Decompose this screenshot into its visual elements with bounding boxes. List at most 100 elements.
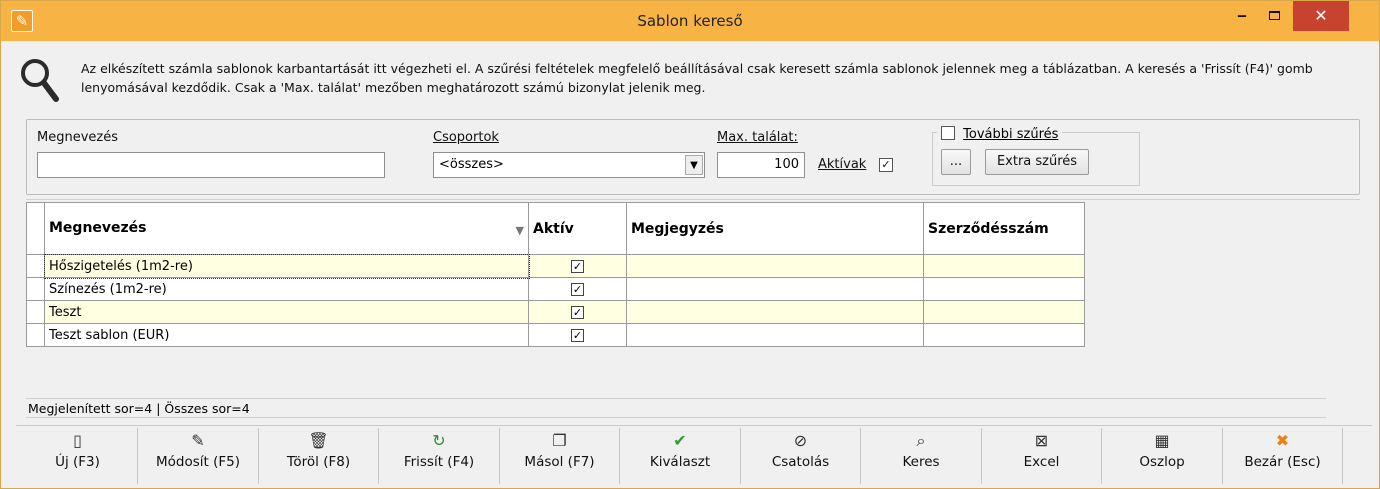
cell-active[interactable]: ✓	[528, 300, 627, 324]
attach-button-label: Csatolás	[771, 454, 830, 470]
results-table: Megnevezés ▼ Aktív Megjegyzés Szerződéss…	[26, 202, 1085, 347]
active-row-checkbox[interactable]: ✓	[571, 328, 584, 342]
cell-name[interactable]: Teszt sablon (EUR)	[44, 323, 529, 347]
cell-active[interactable]: ✓	[528, 254, 627, 278]
groups-select-value: <összes>	[439, 157, 504, 172]
bottom-toolbar: ▯ Új (F3) ✎ Módosít (F5) 🗑 Töröl (F8) ↻ Frissít…	[16, 425, 1372, 484]
select-button-label: Kiválaszt	[649, 454, 711, 470]
row-indicator[interactable]	[26, 300, 45, 324]
cell-contract[interactable]	[923, 277, 1085, 301]
table-row[interactable]: Hőszigetelés (1m2-re) ✓	[26, 253, 1085, 279]
trash-icon: 🗑	[308, 431, 329, 450]
excel-button[interactable]: ⊠ Excel	[982, 428, 1102, 484]
select-button[interactable]: ✔ Kiválaszt	[621, 428, 741, 484]
cell-active[interactable]: ✓	[528, 323, 627, 347]
cell-name[interactable]: Hőszigetelés (1m2-re)	[43, 253, 530, 279]
cell-note[interactable]	[626, 254, 924, 278]
copy-button-label: Másol (F7)	[524, 454, 595, 470]
cell-contract[interactable]	[923, 254, 1085, 278]
active-row-checkbox[interactable]: ✓	[571, 259, 584, 273]
more-filters-header: További szűrés	[937, 124, 1063, 142]
table-icon: ▦	[1154, 431, 1170, 450]
column-header-active[interactable]: Aktív	[528, 202, 627, 255]
cell-name[interactable]: Színezés (1m2-re)	[44, 277, 529, 301]
close-icon: ✖	[1275, 431, 1290, 450]
table-row[interactable]: Teszt ✓	[26, 300, 1085, 324]
edit-button[interactable]: ✎ Módosít (F5)	[139, 428, 259, 484]
cell-contract[interactable]	[923, 323, 1085, 347]
active-checkbox[interactable]: ✓	[879, 158, 893, 172]
row-indicator[interactable]	[26, 277, 45, 301]
window-title: Sablon kereső	[637, 12, 743, 30]
active-row-checkbox[interactable]: ✓	[571, 305, 584, 319]
maximize-icon	[1268, 11, 1280, 20]
edit-button-label: Módosít (F5)	[156, 454, 240, 470]
more-filters-checkbox[interactable]	[941, 126, 955, 140]
cell-name[interactable]: Teszt	[44, 300, 529, 324]
row-indicator-header	[26, 202, 45, 255]
columns-button[interactable]: ▦ Oszlop	[1103, 428, 1223, 484]
close-window-button-label: Bezár (Esc)	[1244, 454, 1321, 470]
groups-select[interactable]: <összes> ▼	[433, 152, 705, 178]
row-indicator[interactable]	[26, 323, 45, 347]
refresh-button[interactable]: ↻ Frissít (F4)	[380, 428, 500, 484]
table-row[interactable]: Színezés (1m2-re) ✓	[26, 277, 1085, 301]
table-row[interactable]: Teszt sablon (EUR) ✓	[26, 323, 1085, 347]
file-icon: ▯	[73, 431, 82, 450]
row-indicator[interactable]	[26, 254, 45, 278]
copy-button[interactable]: ❐ Másol (F7)	[500, 428, 620, 484]
filter-panel: Megnevezés Csoportok <összes> ▼ Max. tal…	[26, 119, 1360, 195]
active-label: Aktívak	[818, 157, 867, 172]
cell-active[interactable]: ✓	[528, 277, 627, 301]
more-filters-dots-button[interactable]: ...	[941, 149, 971, 175]
check-circle-icon: ✔	[673, 431, 687, 450]
column-header-name-label: Megnevezés	[49, 220, 147, 236]
max-results-input[interactable]: 100	[717, 152, 805, 178]
columns-button-label: Oszlop	[1139, 454, 1185, 470]
results-grid-area: Megnevezés ▼ Aktív Megjegyzés Szerződéss…	[26, 199, 1360, 421]
cell-note[interactable]	[626, 277, 924, 301]
close-button[interactable]: ✕	[1293, 1, 1349, 31]
new-button-label: Új (F3)	[55, 454, 100, 470]
more-filters-label: További szűrés	[963, 127, 1059, 142]
more-filters-group: További szűrés ... Extra szűrés	[932, 124, 1140, 186]
sort-arrow-icon: ▼	[515, 224, 524, 237]
active-row-checkbox[interactable]: ✓	[571, 282, 584, 296]
name-label: Megnevezés	[37, 130, 118, 145]
column-header-contract[interactable]: Szerződésszám	[923, 202, 1085, 255]
cell-note[interactable]	[626, 323, 924, 347]
new-button[interactable]: ▯ Új (F3)	[18, 428, 138, 484]
refresh-button-label: Frissít (F4)	[403, 454, 475, 470]
minimize-button[interactable]: ‒	[1227, 1, 1257, 31]
title-bar[interactable]: ✎ Sablon kereső ‒ ✕	[1, 1, 1379, 41]
search-button[interactable]: ⌕ Keres	[862, 428, 982, 484]
groups-label: Csoportok	[433, 130, 499, 145]
edit-icon: ✎	[191, 431, 205, 450]
copy-icon: ❐	[552, 431, 567, 450]
column-header-name[interactable]: Megnevezés ▼	[44, 202, 529, 255]
delete-button-label: Töröl (F8)	[286, 454, 351, 470]
chevron-down-icon[interactable]: ▼	[685, 155, 703, 175]
attach-button[interactable]: ⊘ Csatolás	[741, 428, 861, 484]
refresh-icon: ↻	[432, 431, 446, 450]
maximize-button[interactable]	[1259, 1, 1289, 31]
search-button-label: Keres	[902, 454, 940, 470]
max-results-value: 100	[774, 157, 799, 172]
excel-button-label: Excel	[1023, 454, 1060, 470]
close-window-button[interactable]: ✖ Bezár (Esc)	[1223, 428, 1343, 484]
delete-button[interactable]: 🗑 Töröl (F8)	[259, 428, 379, 484]
cell-note[interactable]	[626, 300, 924, 324]
extra-filter-button[interactable]: Extra szűrés	[985, 149, 1089, 175]
column-header-note[interactable]: Megjegyzés	[626, 202, 924, 255]
status-bar: Megjelenített sor=4 | Összes sor=4	[26, 398, 1326, 418]
info-text: Az elkészített számla sablonok karbantar…	[81, 61, 1313, 95]
search-icon	[21, 59, 59, 102]
excel-icon: ⊠	[1034, 431, 1049, 450]
name-input[interactable]	[37, 152, 385, 178]
max-results-label: Max. találat:	[717, 130, 798, 145]
search-icon: ⌕	[916, 431, 926, 450]
cell-contract[interactable]	[923, 300, 1085, 324]
info-panel: Az elkészített számla sablonok karbantar…	[19, 55, 1369, 115]
paperclip-icon: ⊘	[793, 431, 808, 450]
table-header-row: Megnevezés ▼ Aktív Megjegyzés Szerződéss…	[26, 202, 1085, 255]
